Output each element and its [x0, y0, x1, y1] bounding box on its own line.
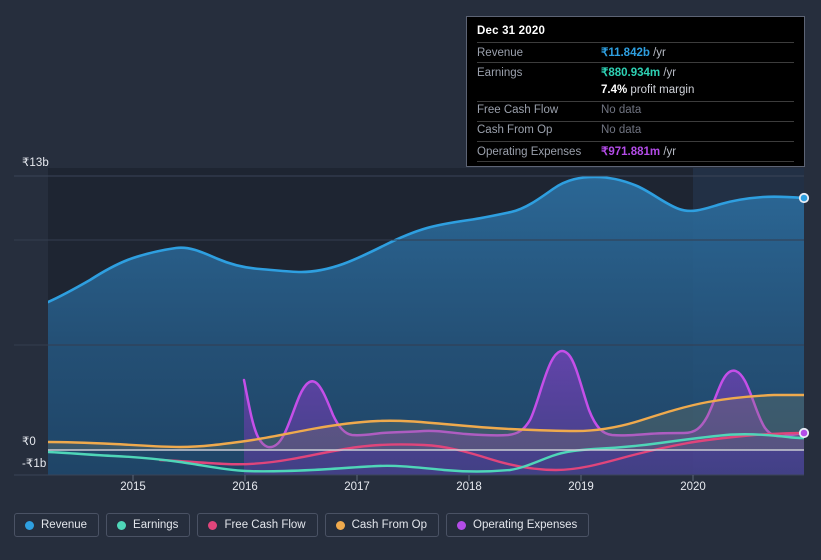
operating-expenses-color-dot [457, 520, 467, 530]
tooltip-label-revenue: Revenue [477, 47, 524, 59]
tooltip-value-free-cash-flow: No data [601, 104, 642, 116]
tooltip-value-revenue: ₹11.842b /yr [601, 47, 666, 59]
tooltip-label-earnings: Earnings [477, 67, 523, 79]
tooltip-label-cash-from-op: Cash From Op [477, 124, 553, 136]
tooltip-row-profit-margin: 7.4% profit margin [477, 82, 794, 101]
legend-label-operating-expenses: Operating Expenses [473, 519, 578, 531]
free-cash-flow-color-dot [208, 520, 218, 530]
legend-item-cash-from-op[interactable]: Cash From Op [324, 513, 440, 537]
legend-label-cash-from-op: Cash From Op [351, 519, 428, 531]
legend-item-revenue[interactable]: Revenue [14, 513, 100, 537]
legend-item-operating-expenses[interactable]: Operating Expenses [446, 513, 590, 537]
tooltip-row-earnings: Earnings ₹880.934m /yr [477, 62, 794, 82]
x-axis-label-2018: 2018 [456, 481, 482, 493]
x-axis-label-2016: 2016 [232, 481, 258, 493]
x-axis-label-2019: 2019 [568, 481, 594, 493]
legend-label-free-cash-flow: Free Cash Flow [224, 519, 306, 531]
chart-legend: Revenue Earnings Free Cash Flow Cash Fro… [14, 513, 590, 537]
earnings-color-dot [117, 520, 127, 530]
tooltip-row-operating-expenses: Operating Expenses ₹971.881m /yr [477, 141, 794, 161]
legend-label-earnings: Earnings [133, 519, 179, 531]
chart-tooltip: Dec 31 2020 Revenue ₹11.842b /yr Earning… [466, 16, 805, 167]
legend-label-revenue: Revenue [41, 519, 88, 531]
tooltip-label-free-cash-flow: Free Cash Flow [477, 104, 559, 116]
tooltip-value-earnings: ₹880.934m /yr [601, 67, 677, 79]
revenue-endpoint-marker[interactable] [798, 192, 810, 204]
tooltip-label-operating-expenses: Operating Expenses [477, 146, 582, 158]
tooltip-value-operating-expenses: ₹971.881m /yr [601, 146, 677, 158]
tooltip-row-free-cash-flow: Free Cash Flow No data [477, 101, 794, 121]
x-axis-label-2015: 2015 [120, 481, 146, 493]
x-axis-label-2017: 2017 [344, 481, 370, 493]
tooltip-date: Dec 31 2020 [477, 25, 546, 37]
tooltip-row-cash-from-op: Cash From Op No data [477, 121, 794, 141]
legend-item-free-cash-flow[interactable]: Free Cash Flow [197, 513, 318, 537]
tooltip-bottom-rule [477, 161, 794, 162]
revenue-color-dot [25, 520, 34, 530]
cash-from-op-color-dot [335, 520, 345, 530]
tooltip-value-cash-from-op: No data [601, 124, 642, 136]
operating-expenses-endpoint-marker[interactable] [798, 427, 810, 439]
financial-chart-page: ₹13b ₹0 -₹1b 2015 2016 2017 2018 2019 20… [0, 0, 821, 560]
legend-item-earnings[interactable]: Earnings [106, 513, 191, 537]
tooltip-row-revenue: Revenue ₹11.842b /yr [477, 42, 794, 62]
x-axis-label-2020: 2020 [680, 481, 706, 493]
tooltip-value-profit-margin: 7.4% profit margin [601, 84, 695, 96]
